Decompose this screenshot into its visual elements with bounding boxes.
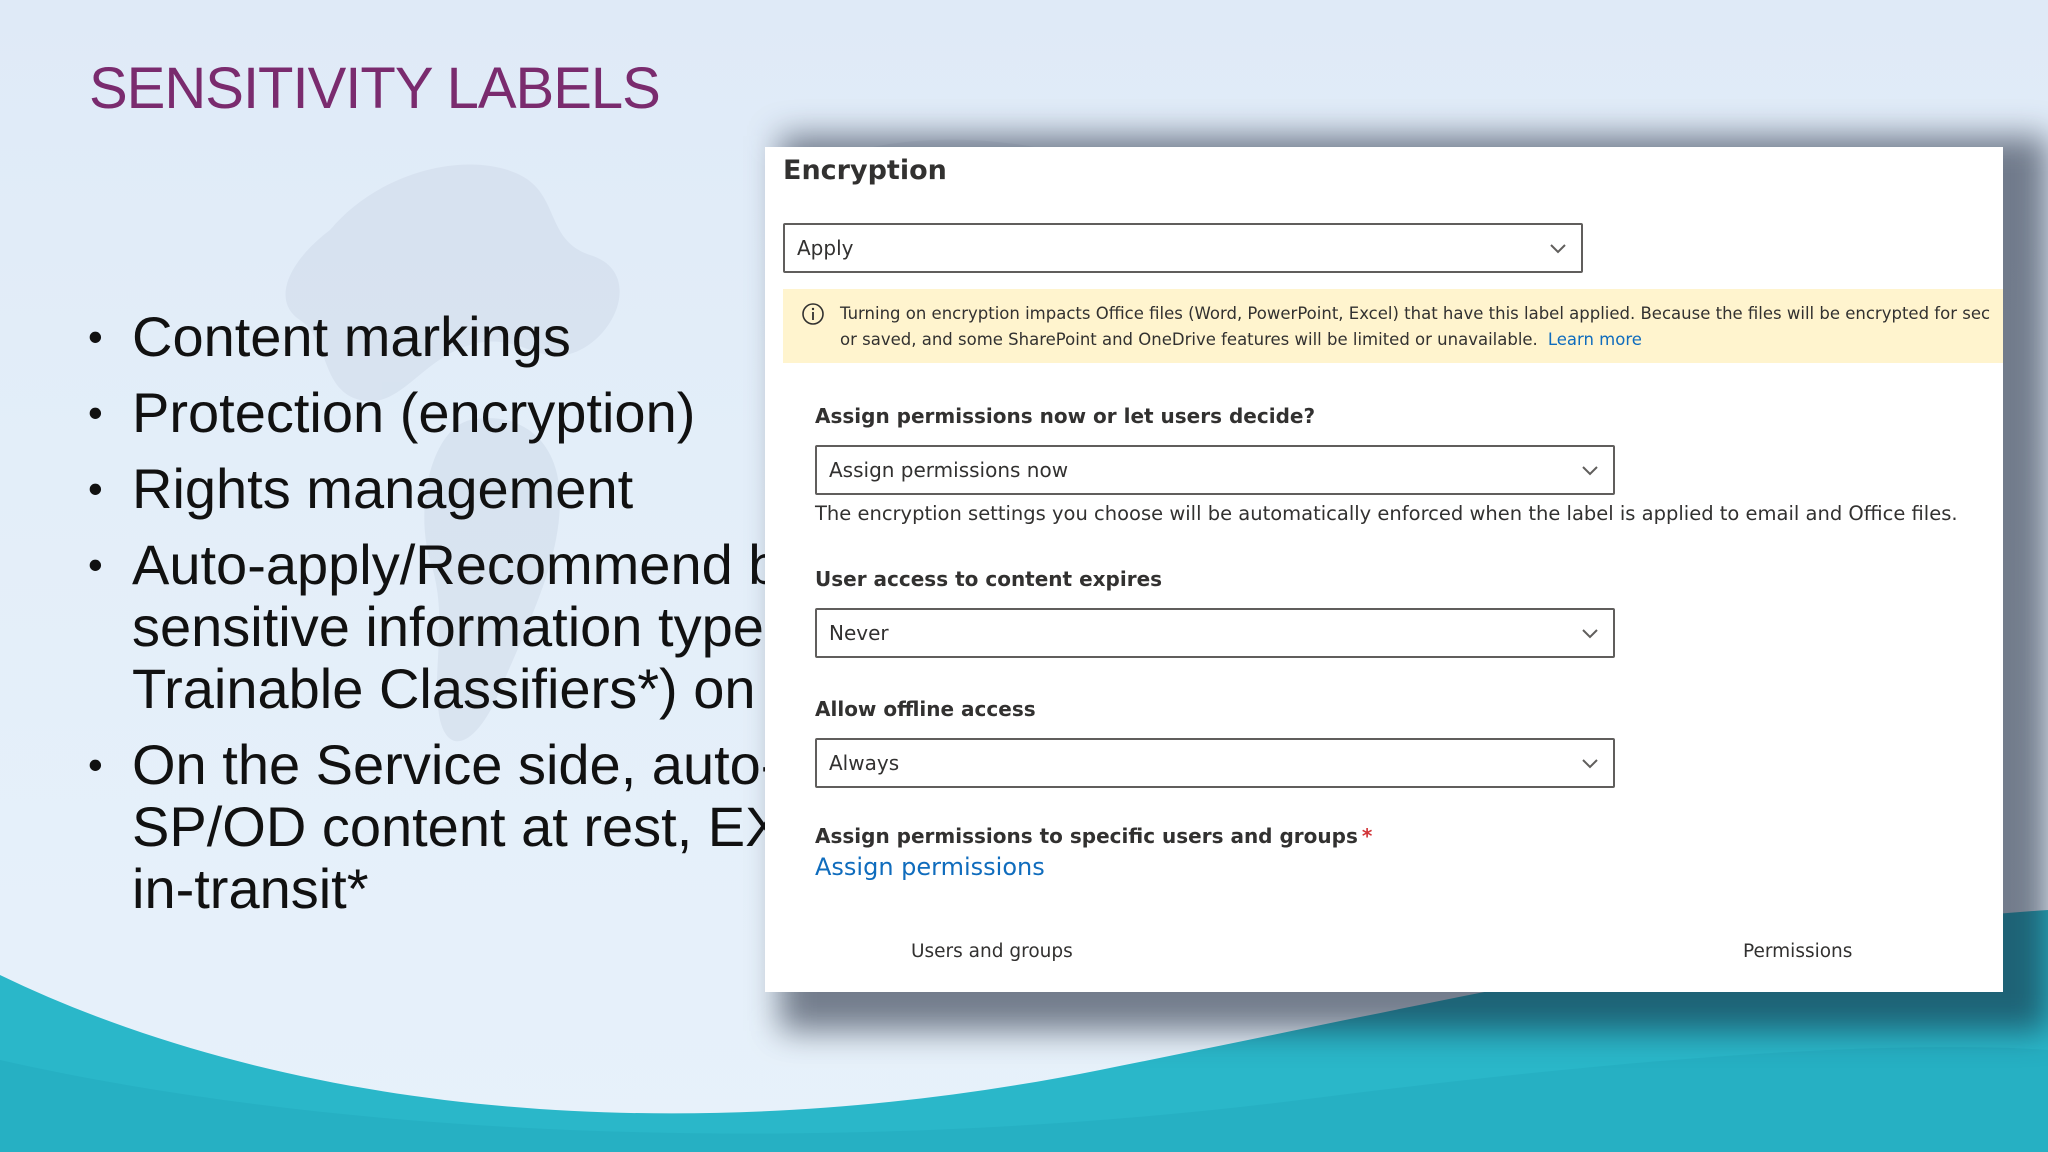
chevron-down-icon — [1582, 759, 1598, 769]
bullet-item: • Rights management — [88, 458, 808, 520]
bullet-item: • Content markings — [88, 306, 808, 368]
required-marker: * — [1361, 824, 1373, 848]
info-icon — [802, 303, 824, 325]
slide: SENSITIVITY LABELS • Content markings • … — [0, 0, 2048, 1152]
slide-title: SENSITIVITY LABELS — [89, 56, 661, 121]
bullet-dot: • — [88, 741, 103, 788]
chevron-down-icon — [1582, 629, 1598, 639]
dropdown-value: Always — [829, 751, 900, 775]
assign-specific-label: Assign permissions to specific users and… — [815, 824, 1372, 848]
permissions-column-header[interactable]: Permissions — [1743, 941, 1852, 962]
bullet-text: Rights management — [132, 457, 634, 520]
encryption-panel: Encryption Apply Turning on encryption i… — [765, 147, 2003, 992]
assign-mode-label: Assign permissions now or let users deci… — [815, 404, 1316, 428]
bullet-text: Trainable Classifiers*) on th — [132, 657, 818, 720]
info-message: Turning on encryption impacts Office fil… — [840, 301, 1990, 353]
offline-label: Allow offline access — [815, 697, 1036, 721]
expires-label: User access to content expires — [815, 567, 1163, 591]
bullet-dot: • — [88, 313, 103, 360]
bullet-dot: • — [88, 389, 103, 436]
bullet-item: • Auto-apply/Recommend b sensitive infor… — [88, 533, 818, 720]
bullet-text: SP/OD content at rest, EXC — [132, 795, 823, 858]
info-line-2-text: or saved, and some SharePoint and OneDri… — [840, 330, 1538, 349]
info-line-2: or saved, and some SharePoint and OneDri… — [840, 327, 1990, 353]
offline-dropdown[interactable]: Always — [815, 738, 1615, 788]
bullet-list: • Content markings • Protection (encrypt… — [88, 306, 823, 934]
learn-more-link[interactable]: Learn more — [1548, 330, 1642, 349]
info-bar: Turning on encryption impacts Office fil… — [783, 289, 2003, 363]
panel-heading: Encryption — [783, 155, 947, 186]
assign-permissions-link[interactable]: Assign permissions — [815, 853, 1045, 881]
users-groups-column-header[interactable]: Users and groups — [911, 941, 1073, 962]
bullet-text: On the Service side, auto-a — [132, 733, 811, 796]
bullet-dot: • — [88, 541, 103, 588]
expires-dropdown[interactable]: Never — [815, 608, 1615, 658]
assign-specific-label-text: Assign permissions to specific users and… — [815, 824, 1358, 848]
assign-mode-helper: The encryption settings you choose will … — [815, 502, 1958, 525]
bullet-text: in-transit* — [132, 857, 369, 920]
chevron-down-icon — [1550, 244, 1566, 254]
info-line-1: Turning on encryption impacts Office fil… — [840, 304, 1991, 323]
bullet-item: • Protection (encryption) — [88, 382, 808, 444]
bullet-text: sensitive information type — [132, 595, 764, 658]
encryption-dropdown[interactable]: Apply — [783, 223, 1583, 273]
dropdown-value: Apply — [797, 236, 854, 260]
bullet-item: • On the Service side, auto-a SP/OD cont… — [88, 733, 823, 920]
dropdown-value: Assign permissions now — [829, 458, 1069, 482]
chevron-down-icon — [1582, 466, 1598, 476]
bullet-text: Content markings — [132, 305, 571, 368]
bullet-dot: • — [88, 465, 103, 512]
bullet-text: Auto-apply/Recommend b — [132, 533, 780, 596]
bullet-text: Protection (encryption) — [132, 381, 696, 444]
dropdown-value: Never — [829, 621, 889, 645]
assign-mode-dropdown[interactable]: Assign permissions now — [815, 445, 1615, 495]
